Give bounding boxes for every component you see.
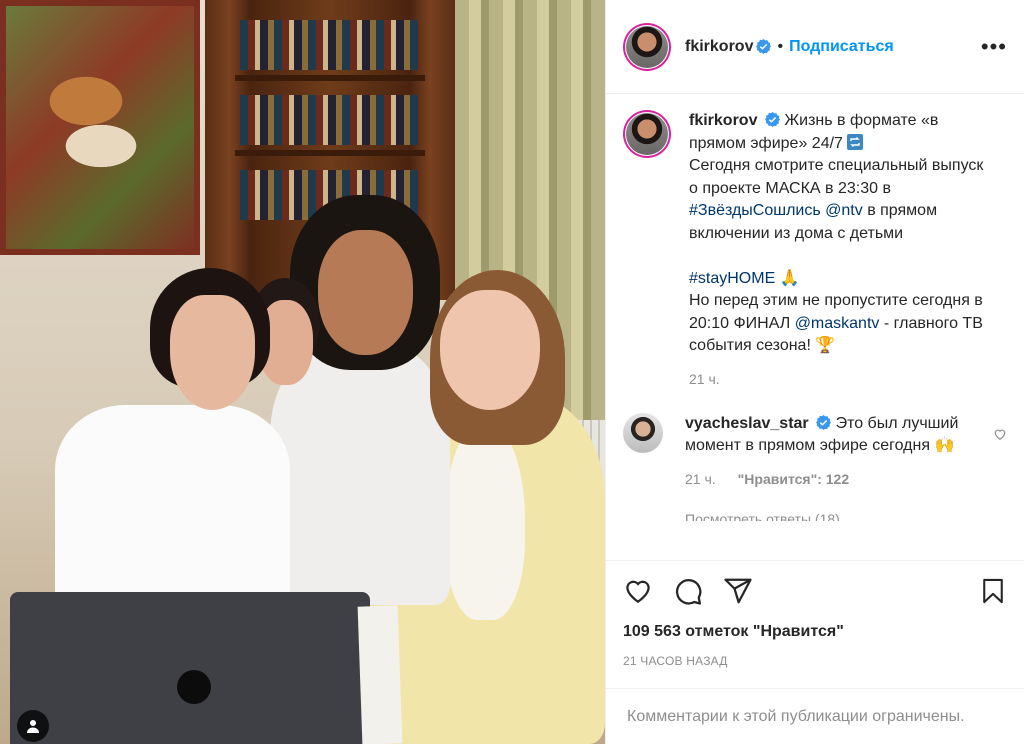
post-header: fkirkorov • Подписаться ••• [606, 0, 1024, 94]
caption-author-avatar[interactable] [623, 110, 671, 158]
paper-note [357, 605, 403, 744]
hashtag-link[interactable]: #stayHOME [689, 270, 775, 287]
comment-time[interactable]: 21 ч. [685, 471, 716, 487]
author-username[interactable]: fkirkorov [685, 38, 753, 56]
caption-row: fkirkorov Жизнь в формате «в прямом эфир… [623, 110, 1007, 387]
girl-top [445, 420, 525, 620]
commenter-avatar[interactable] [623, 412, 663, 453]
comment-meta: 21 ч. "Нравится": 122 [685, 471, 965, 487]
man-shirt [270, 345, 450, 605]
caption-line: Сегодня смотрите специальный выпуск о пр… [689, 157, 984, 197]
wall-tapestry [0, 0, 200, 255]
author-row: fkirkorov • Подписаться [685, 38, 894, 56]
post-panel: fkirkorov • Подписаться ••• fkirkorov Жи… [605, 0, 1024, 744]
caption-time[interactable]: 21 ч. [689, 371, 989, 387]
verified-icon [764, 112, 780, 127]
comment-heart-icon[interactable] [993, 427, 1007, 441]
comment-icon[interactable] [673, 576, 703, 606]
caption-author[interactable]: fkirkorov [689, 112, 757, 129]
share-icon[interactable] [723, 576, 753, 606]
more-options-button[interactable]: ••• [981, 34, 1007, 60]
trophy-emoji: 🏆 [815, 337, 836, 354]
verified-icon [756, 39, 772, 54]
comment-author[interactable]: vyacheslav_star [685, 415, 809, 432]
shelf [235, 75, 425, 81]
bookmark-icon[interactable] [979, 576, 1007, 606]
raised-hands-emoji: 🙌 [934, 437, 955, 454]
mention-link[interactable]: @maskantv [795, 315, 880, 332]
man-face [318, 230, 413, 355]
verified-icon [816, 414, 832, 430]
comments-area[interactable]: fkirkorov Жизнь в формате «в прямом эфир… [606, 94, 1024, 560]
action-bar [606, 560, 1024, 620]
heart-icon[interactable] [623, 576, 653, 606]
comment-row: vyacheslav_star Это был лучший момент в … [623, 412, 1007, 487]
view-replies-button[interactable]: Посмотреть ответы (18) [685, 511, 1007, 521]
shelf [235, 150, 425, 156]
comment-text: vyacheslav_star Это был лучший момент в … [685, 413, 965, 458]
books-row [240, 20, 420, 70]
comments-limited-notice: Комментарии к этой публикации ограничены… [606, 688, 1024, 744]
likes-count[interactable]: 109 563 отметок "Нравится" [606, 620, 1024, 648]
hashtag-link[interactable]: #ЗвёздыСошлись [689, 202, 821, 219]
post-photo[interactable] [0, 0, 605, 744]
follow-button[interactable]: Подписаться [789, 38, 894, 56]
post-timestamp[interactable]: 21 ЧАСОВ НАЗАД [606, 648, 1024, 688]
comment-likes[interactable]: "Нравится": 122 [738, 471, 849, 487]
caption-text: fkirkorov Жизнь в формате «в прямом эфир… [689, 110, 989, 358]
boy-face [170, 295, 255, 410]
caption-body: fkirkorov Жизнь в формате «в прямом эфир… [689, 110, 989, 387]
books-row [240, 95, 420, 145]
tagged-users-button[interactable] [17, 710, 49, 742]
mention-link[interactable]: @ntv [825, 202, 863, 219]
boy-shirt [55, 405, 290, 620]
girl-face [440, 290, 540, 410]
pray-emoji: 🙏 [779, 269, 800, 287]
comment-body: vyacheslav_star Это был лучший момент в … [685, 413, 965, 487]
laptop [10, 592, 370, 744]
user-icon [27, 720, 39, 733]
apple-logo [177, 670, 211, 704]
instagram-post: fkirkorov • Подписаться ••• fkirkorov Жи… [0, 0, 1024, 744]
author-avatar[interactable] [623, 22, 671, 71]
separator-dot: • [777, 37, 784, 55]
repeat-icon [847, 133, 864, 150]
